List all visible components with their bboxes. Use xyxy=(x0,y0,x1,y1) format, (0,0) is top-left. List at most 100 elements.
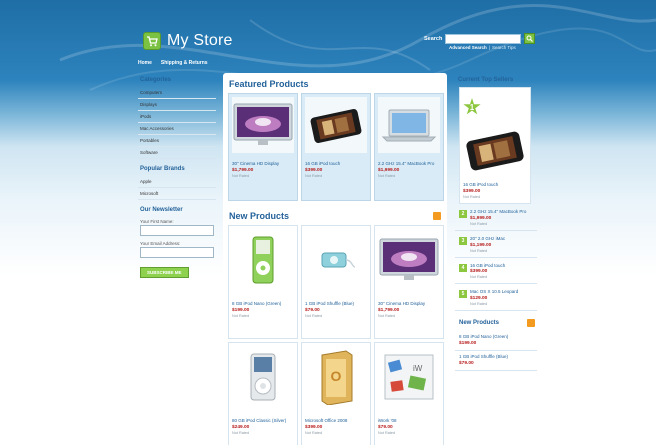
rank-badge: 5 xyxy=(459,290,467,299)
brand-link[interactable]: Microsoft xyxy=(138,188,216,200)
first-name-field[interactable] xyxy=(140,225,214,236)
category-link[interactable]: Portables xyxy=(138,135,216,147)
product-name-link[interactable]: 80 GB iPod Classic (Silver) xyxy=(232,418,294,424)
product-name-link[interactable]: 20" 2.0 GHz iMac xyxy=(470,236,505,242)
ipod-classic-icon[interactable] xyxy=(232,346,294,408)
newsletter-heading: Our Newsletter xyxy=(140,207,183,213)
search-links-separator: | xyxy=(488,45,490,50)
featured-product-card[interactable]: 16 GB iPod touch $399.00 Not Rated xyxy=(301,93,371,201)
product-rating: Not Rated xyxy=(470,302,488,307)
store-logo[interactable]: My Store xyxy=(143,32,233,50)
featured-products-row: 30" Cinema HD Display $1,799.00 Not Rate… xyxy=(223,93,447,201)
product-name-link[interactable]: 16 GB iPod touch xyxy=(463,182,527,188)
product-rating: Not Rated xyxy=(378,313,396,318)
product-name-link[interactable]: iWork '08 xyxy=(378,418,440,424)
product-name-link[interactable]: 2.2 GHz 15.4" MacBook Pro xyxy=(378,161,440,167)
monitor-icon[interactable] xyxy=(232,97,294,153)
new-products-grid: 8 GB iPod Nano (Green) $199.00 Not Rated… xyxy=(223,225,447,445)
category-link[interactable]: Computers xyxy=(138,87,216,99)
monitor-icon[interactable] xyxy=(378,229,440,291)
main-content: Featured Products 30" Cinema HD Display … xyxy=(223,73,447,445)
top-navigation: Home Shipping & Returns xyxy=(138,60,208,66)
rank-badge: 2 xyxy=(459,209,467,218)
right-new-products-heading: New Products xyxy=(459,320,500,327)
product-price: $79.00 xyxy=(378,424,393,430)
cart-icon xyxy=(143,32,161,50)
featured-product-card[interactable]: 2.2 GHz 15.4" MacBook Pro $1,999.00 Not … xyxy=(374,93,444,201)
search-label: Search xyxy=(424,35,443,42)
product-name-link[interactable]: 8 GB iPod Nano (Green) xyxy=(232,301,294,307)
top-sellers-heading: Current Top Sellers xyxy=(458,77,514,83)
new-product-card[interactable]: 8 GB iPod Nano (Green) $199.00 Not Rated xyxy=(228,225,298,339)
featured-product-card[interactable]: 30" Cinema HD Display $1,799.00 Not Rate… xyxy=(228,93,298,201)
product-name-link[interactable]: 30" Cinema HD Display xyxy=(232,161,294,167)
search-tips-link[interactable]: Search Tips xyxy=(492,45,516,50)
ipod-touch-icon[interactable] xyxy=(305,97,367,153)
product-name-link[interactable]: 2.2 GHz 15.4" MacBook Pro xyxy=(470,209,526,215)
product-name-link[interactable]: 1 GB iPod Shuffle (Blue) xyxy=(305,301,367,307)
svg-text:iW: iW xyxy=(413,364,423,373)
new-products-header: New Products xyxy=(223,201,447,225)
new-product-card[interactable]: 30" Cinema HD Display $1,799.00 Not Rate… xyxy=(374,225,444,339)
new-product-card[interactable]: iW iWork '08 $79.00 Not Rated xyxy=(374,342,444,445)
rank-badge: 3 xyxy=(459,236,467,245)
software-box-icon[interactable]: O xyxy=(305,346,367,408)
advanced-search-link[interactable]: Advanced Search xyxy=(449,45,487,50)
right-new-product-item[interactable]: 8 GB iPod Nano (Green) $199.00 xyxy=(455,331,537,352)
product-name-link[interactable]: Mac OS X 10.5 Leopard xyxy=(470,289,518,295)
product-name-link[interactable]: 30" Cinema HD Display xyxy=(378,301,440,307)
top-seller-featured-card[interactable]: 1 16 GB iPod touch $399.00 Not Rated xyxy=(459,87,531,204)
brand-link[interactable]: Apple xyxy=(138,176,216,188)
product-price: $199.00 xyxy=(232,307,250,313)
product-rating: Not Rated xyxy=(305,173,323,178)
product-price: $1,199.00 xyxy=(470,242,492,248)
product-rating: Not Rated xyxy=(305,430,323,435)
top-seller-item[interactable]: 4 16 GB iPod touch $399.00 Not Rated xyxy=(455,258,537,285)
email-field[interactable] xyxy=(140,247,214,258)
product-price: $129.00 xyxy=(470,296,488,302)
product-name-link[interactable]: 1 GB iPod Shuffle (Blue) xyxy=(459,354,535,360)
categories-heading: Categories xyxy=(140,77,172,83)
subscribe-button[interactable]: SUBSCRIBE ME xyxy=(140,267,189,278)
product-name-link[interactable]: 8 GB iPod Nano (Green) xyxy=(459,334,535,340)
product-price: $199.00 xyxy=(459,341,477,347)
featured-products-heading: Featured Products xyxy=(229,79,309,89)
rss-icon[interactable] xyxy=(527,319,535,328)
product-rating: Not Rated xyxy=(232,430,250,435)
new-product-card[interactable]: O Microsoft Office 2008 $399.00 Not Rate… xyxy=(301,342,371,445)
product-name-link[interactable]: Microsoft Office 2008 xyxy=(305,418,367,424)
right-new-product-item[interactable]: 1 GB iPod Shuffle (Blue) $79.00 xyxy=(455,351,537,371)
category-link[interactable]: Mac Accessories xyxy=(138,123,216,135)
product-name-link[interactable]: 16 GB iPod touch xyxy=(470,263,505,269)
search-bar: Search xyxy=(424,33,536,44)
product-rating: Not Rated xyxy=(232,173,250,178)
ipod-nano-icon[interactable] xyxy=(232,229,294,291)
top-seller-item[interactable]: 5 Mac OS X 10.5 Leopard $129.00 Not Rate… xyxy=(455,284,537,312)
email-label: Your Email Address: xyxy=(140,241,181,246)
category-link[interactable]: Displays xyxy=(138,99,216,111)
top-seller-item[interactable]: 2 2.2 GHz 15.4" MacBook Pro $1,999.00 No… xyxy=(455,204,537,231)
product-price: $79.00 xyxy=(305,307,320,313)
category-link[interactable]: iPods xyxy=(138,111,216,123)
right-new-products-header: New Products xyxy=(455,311,537,331)
category-link[interactable]: Software xyxy=(138,147,216,159)
brands-heading: Popular Brands xyxy=(140,166,185,172)
new-product-card[interactable]: 1 GB iPod Shuffle (Blue) $79.00 Not Rate… xyxy=(301,225,371,339)
nav-home-link[interactable]: Home xyxy=(138,60,152,66)
product-rating: Not Rated xyxy=(470,248,488,253)
product-name-link[interactable]: 16 GB iPod touch xyxy=(305,161,367,167)
product-price: $249.00 xyxy=(232,424,250,430)
rank-badge: 4 xyxy=(459,263,467,272)
top-seller-item[interactable]: 3 20" 2.0 GHz iMac $1,199.00 Not Rated xyxy=(455,231,537,258)
left-sidebar: Categories Computers Displays iPods Mac … xyxy=(138,74,216,282)
laptop-icon[interactable] xyxy=(378,97,440,153)
iwork-box-icon[interactable]: iW xyxy=(378,346,440,408)
search-button[interactable] xyxy=(524,33,536,44)
brands-list: Apple Microsoft xyxy=(138,176,216,200)
search-input[interactable] xyxy=(445,33,522,44)
new-product-card[interactable]: 80 GB iPod Classic (Silver) $249.00 Not … xyxy=(228,342,298,445)
product-price: $399.00 xyxy=(305,424,323,430)
ipod-shuffle-icon[interactable] xyxy=(305,229,367,291)
nav-shipping-link[interactable]: Shipping & Returns xyxy=(161,60,208,66)
rss-icon[interactable] xyxy=(433,212,441,220)
